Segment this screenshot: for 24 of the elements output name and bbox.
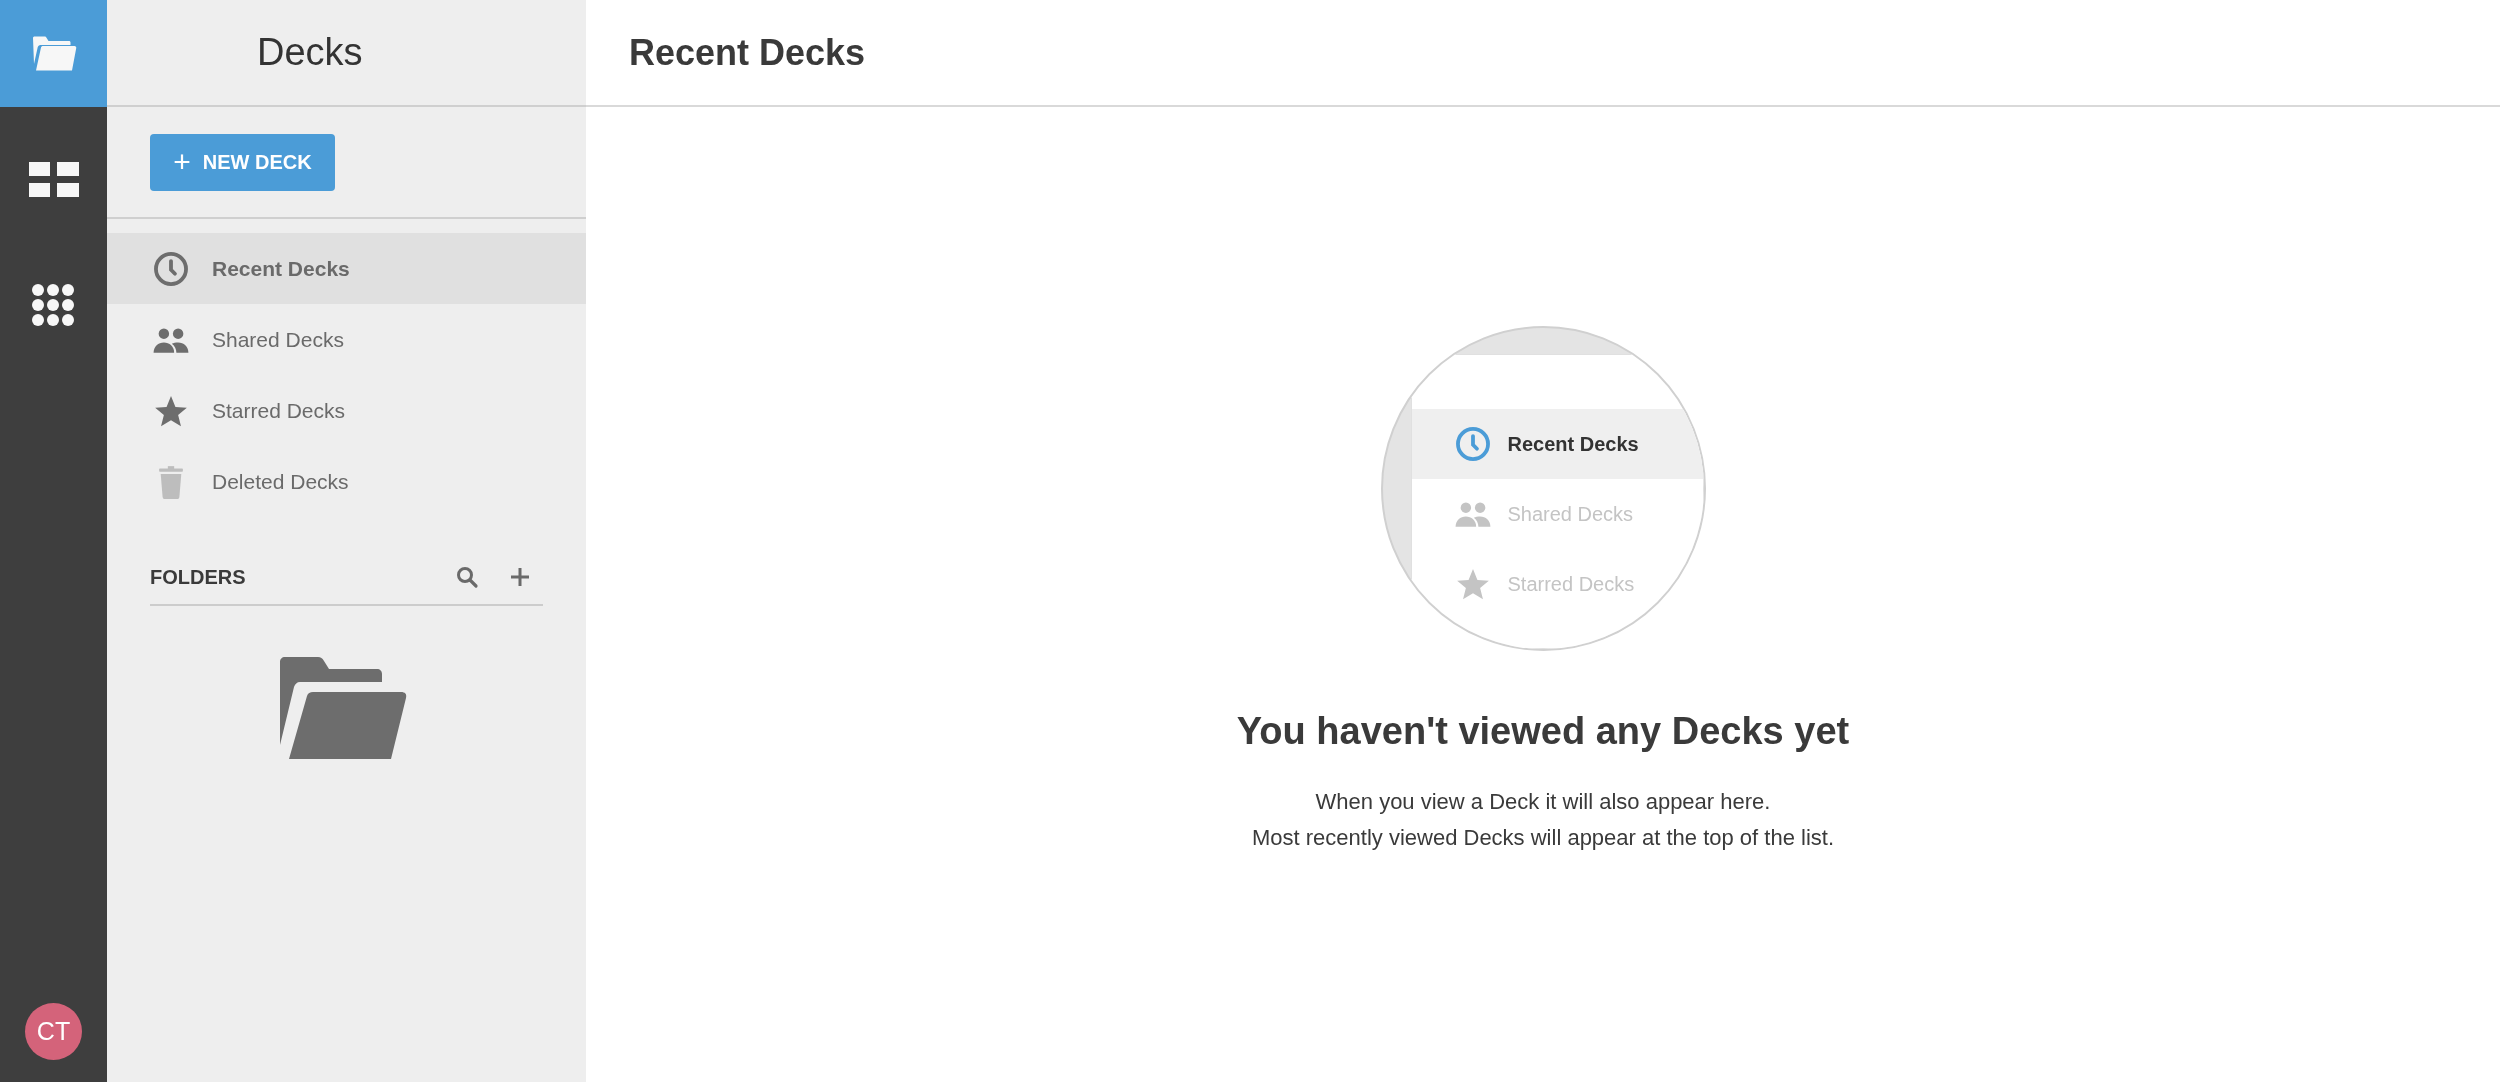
add-icon[interactable] [509,565,531,588]
illustration-item: Recent Decks [1411,409,1703,479]
empty-state-title: You haven't viewed any Decks yet [1236,709,1850,754]
sidebar-title: Decks [257,30,363,75]
nav-item[interactable]: Recent Decks [107,233,586,304]
nav-item[interactable]: Deleted Decks [107,446,586,517]
user-avatar[interactable]: CT [25,1003,82,1060]
clock-icon [1453,425,1492,463]
empty-state-text: When you view a Deck it will also appear here. [1315,788,1771,816]
nav-item[interactable]: Shared Decks [107,304,586,375]
illustration-item: Starred Decks [1411,549,1703,619]
plus-icon: + [173,147,191,177]
folder-icon [279,656,408,759]
grid-icon [28,161,79,198]
illustration-item: Shared Decks [1411,479,1703,549]
page-title: Recent Decks [629,30,866,75]
empty-state-text: Most recently viewed Decks will appear at the top of the list. [1251,824,1834,852]
apps-icon [31,283,76,328]
folders-heading: FOLDERS [150,564,247,590]
folder-icon [30,35,77,72]
nav-item[interactable]: Starred Decks [107,375,586,446]
clock-icon [152,249,190,288]
new-deck-button[interactable]: + NEW DECK [150,133,335,191]
search-icon[interactable] [455,564,479,589]
